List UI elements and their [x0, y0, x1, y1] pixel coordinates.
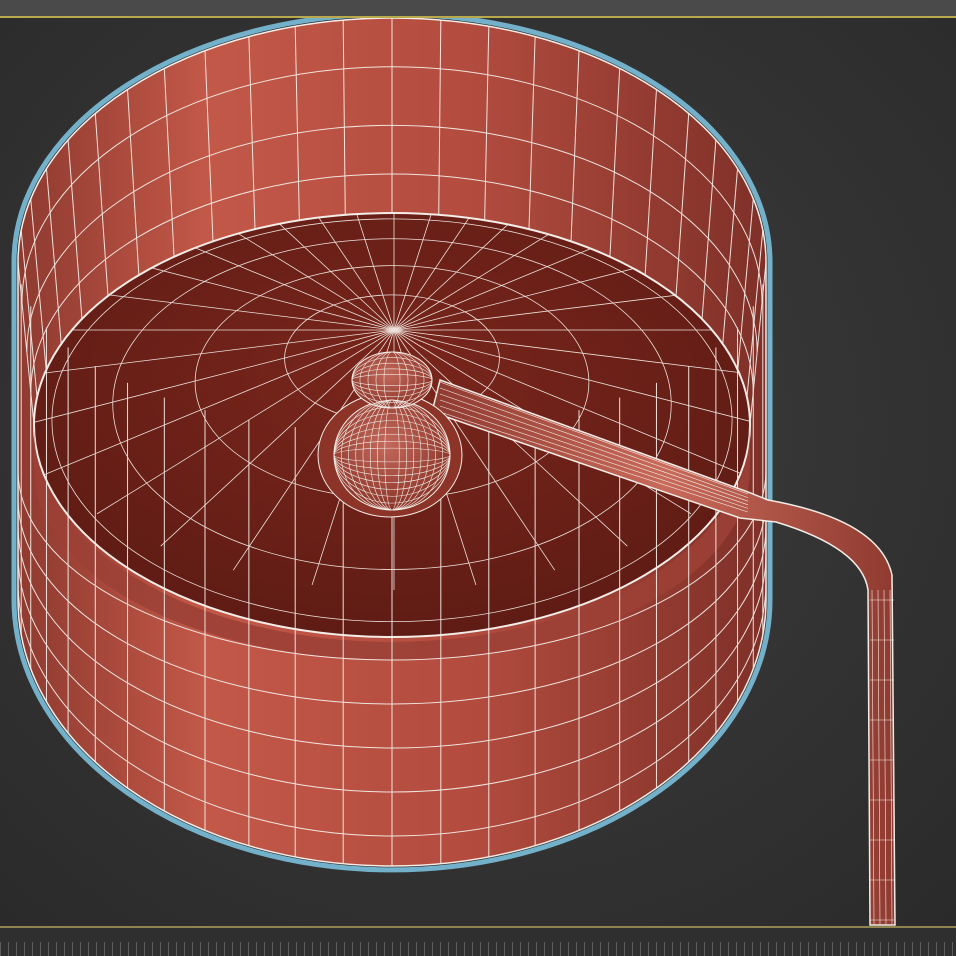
3d-viewport[interactable]: [0, 18, 956, 926]
float-valve-bulb: [333, 399, 451, 511]
scene-canvas[interactable]: [0, 18, 956, 926]
timeline-ticks: [0, 942, 956, 956]
float-valve-cap: [351, 351, 433, 409]
timeline-bar[interactable]: [0, 926, 956, 956]
viewport-top-border: [0, 0, 956, 18]
